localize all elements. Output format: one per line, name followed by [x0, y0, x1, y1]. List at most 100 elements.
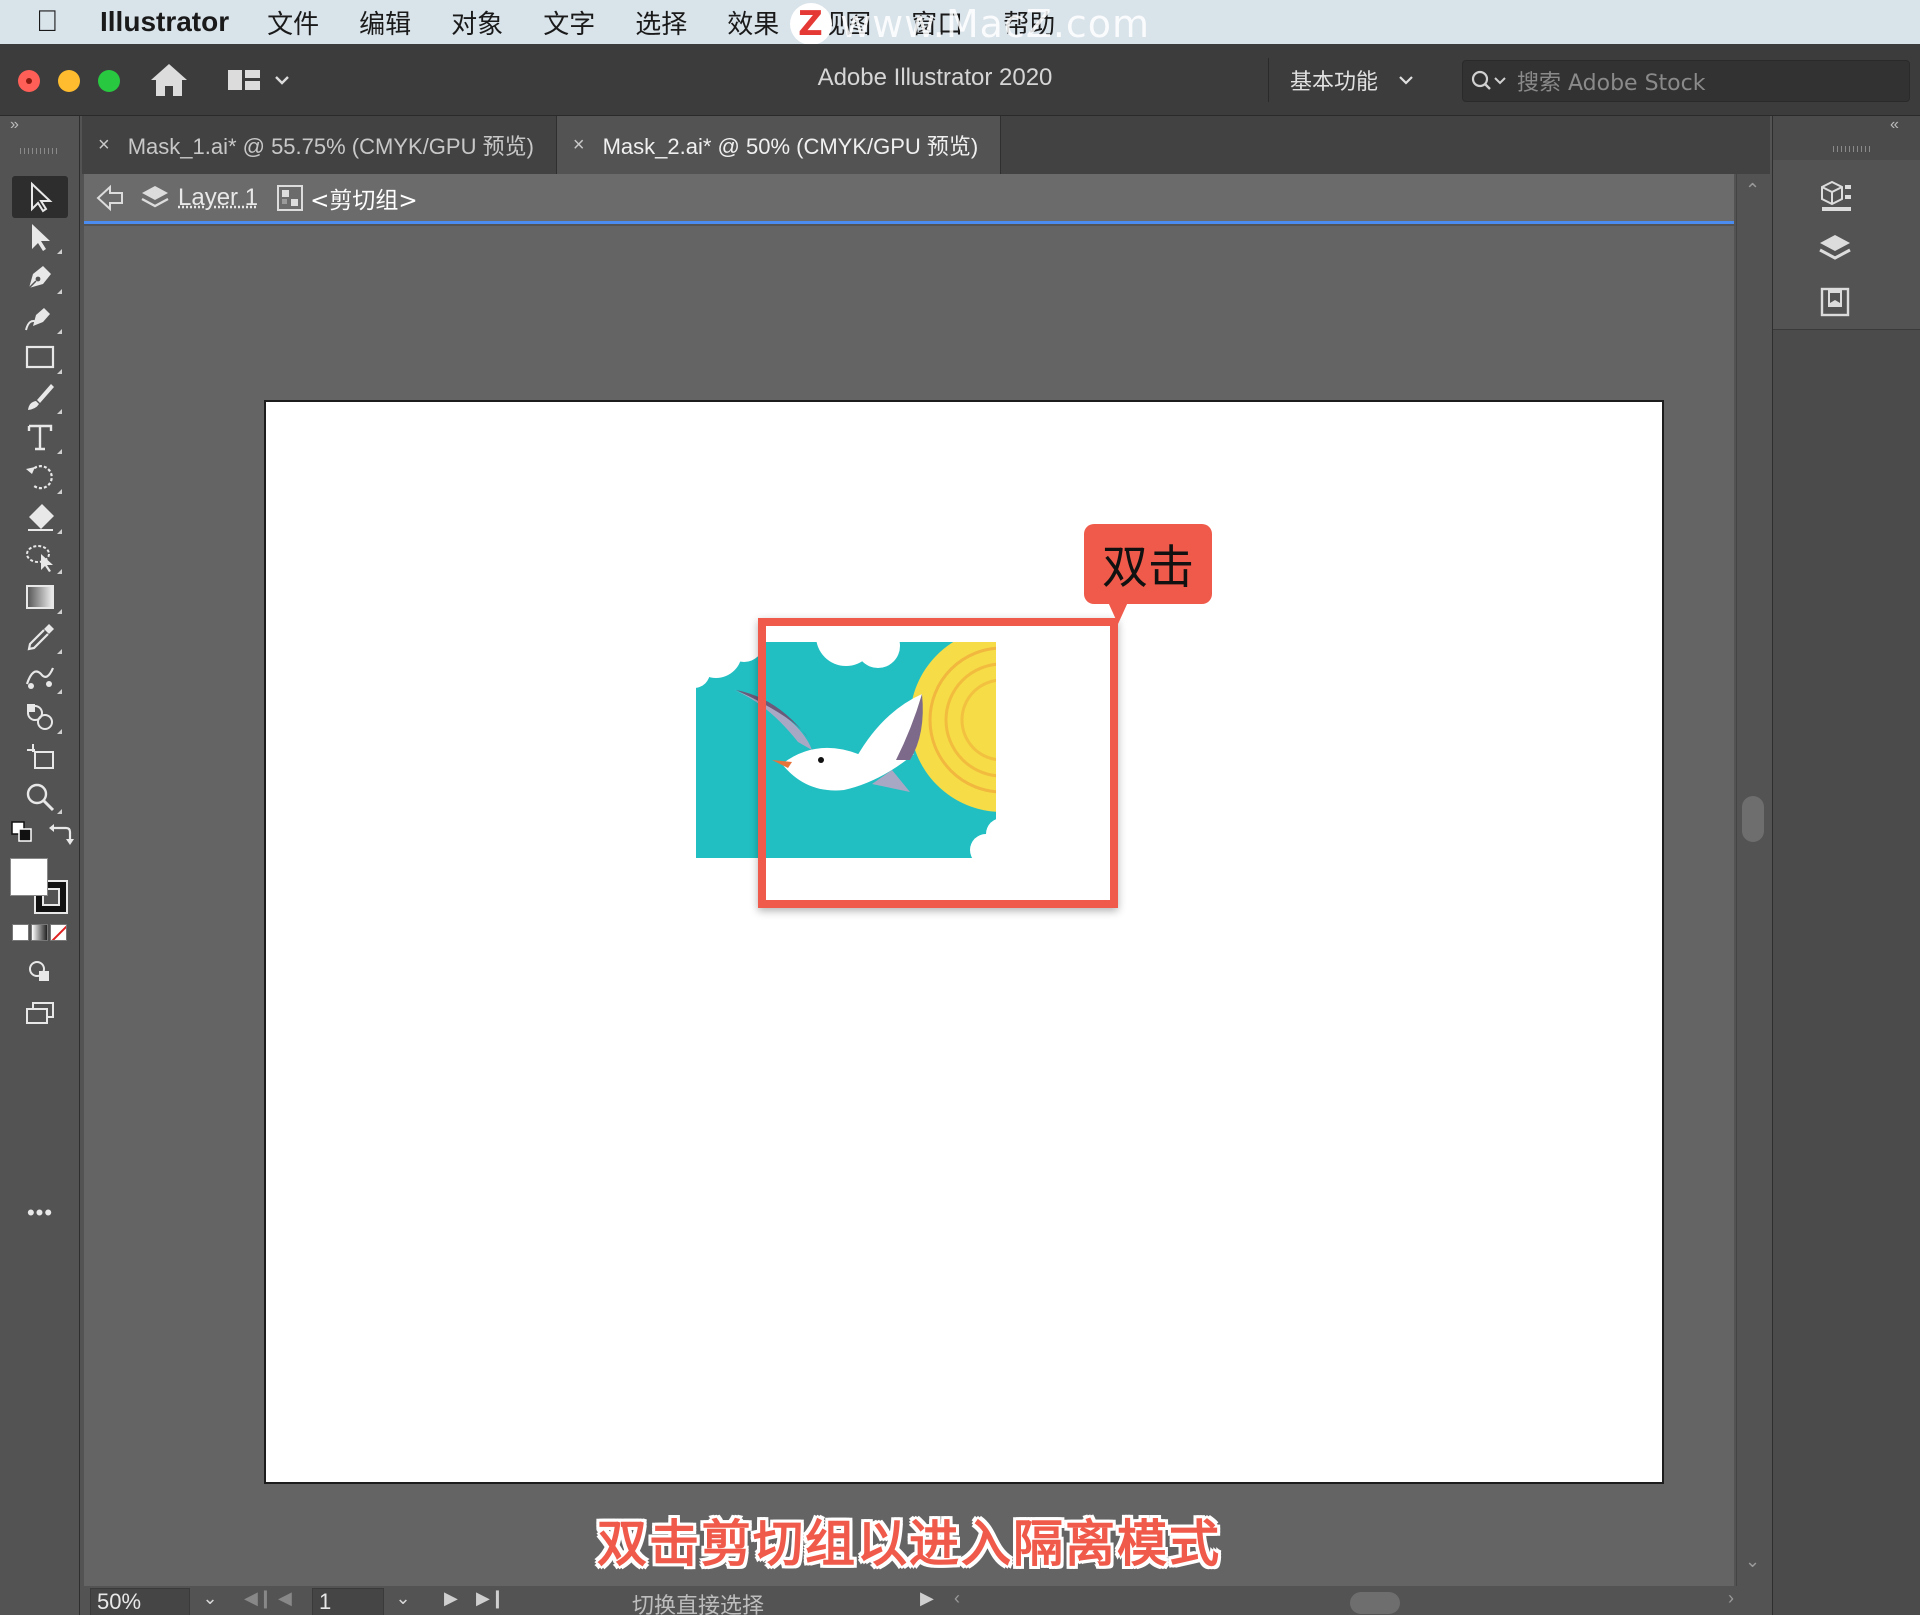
app-title-bar: Adobe Illustrator 2020 基本功能 搜索 Adobe Sto… [0, 44, 1920, 116]
screen-mode-icon [26, 1002, 54, 1024]
collapse-toolbar-icon[interactable]: » [10, 116, 19, 134]
puppet-warp-icon [26, 545, 53, 572]
document-tab-mask-2[interactable]: × Mask_2.ai* @ 50% (CMYK/GPU 预览) [556, 116, 1002, 174]
watermark-logo-icon: Z [790, 3, 832, 45]
rectangle-tool[interactable] [12, 336, 68, 378]
edit-toolbar-button[interactable]: ••• [0, 1200, 80, 1226]
screen-mode-tool[interactable] [12, 994, 68, 1034]
artboard-number-input[interactable]: 1 [312, 1588, 384, 1615]
status-bar: 50% ⌄ ◀❙ ◀ 1 ⌄ ▶ ▶❙ 切换直接选择 ▶ ‹ › [84, 1586, 1770, 1615]
document-tab-mask-1[interactable]: × Mask_1.ai* @ 55.75% (CMYK/GPU 预览) [82, 116, 557, 174]
dock-icon-group [1773, 160, 1920, 330]
panel-grip[interactable] [20, 148, 60, 154]
clip-group-icon [277, 184, 304, 211]
zoom-level-input[interactable]: 50% [90, 1588, 190, 1615]
document-canvas[interactable]: 双击 双击剪切组以进入隔离模式 [84, 226, 1734, 1586]
watermark-text: www.MacZ.com [840, 2, 1151, 46]
fill-stroke-swatch[interactable] [10, 858, 72, 916]
artboard[interactable] [264, 400, 1664, 1484]
status-text: 切换直接选择 [632, 1594, 765, 1615]
gradient-icon [26, 585, 54, 609]
search-icon [1471, 70, 1506, 90]
color-mode-icon[interactable] [12, 924, 29, 941]
menu-effect[interactable]: 效果 [727, 4, 779, 41]
panel-dock [1772, 116, 1920, 1615]
properties-panel-icon[interactable] [1813, 174, 1857, 218]
zoom-tool[interactable] [12, 776, 68, 818]
pen-tool[interactable] [12, 256, 68, 298]
scroll-right-icon[interactable]: › [1728, 1588, 1734, 1609]
menu-select[interactable]: 选择 [635, 4, 687, 41]
workspace-label: 基本功能 [1290, 70, 1379, 95]
direct-selection-tool[interactable] [12, 216, 68, 258]
curvature-tool[interactable] [12, 296, 68, 338]
zoom-dropdown-chevron-icon[interactable]: ⌄ [192, 1588, 228, 1615]
status-menu-arrow-icon[interactable]: ▶ [920, 1588, 934, 1609]
close-icon[interactable]: × [573, 134, 585, 157]
zoom-icon [26, 783, 55, 812]
layers-panel-icon[interactable] [1813, 228, 1857, 272]
artboard-tool[interactable] [12, 736, 68, 778]
blend-icon [25, 667, 55, 689]
fill-swatch[interactable] [10, 858, 48, 896]
selection-tool[interactable] [12, 176, 68, 218]
previous-artboard-icon[interactable]: ◀ [278, 1588, 292, 1609]
search-placeholder: 搜索 Adobe Stock [1517, 71, 1706, 96]
breadcrumb-group[interactable]: <剪切组> [310, 181, 418, 215]
scroll-up-icon[interactable]: ⌃ [1745, 180, 1760, 201]
close-icon[interactable]: × [98, 134, 110, 157]
scroll-down-icon[interactable]: ⌄ [1745, 1551, 1760, 1572]
last-artboard-icon[interactable]: ▶❙ [476, 1588, 505, 1609]
paintbrush-icon [28, 384, 54, 410]
next-artboard-icon[interactable]: ▶ [444, 1588, 458, 1609]
menu-type[interactable]: 文字 [543, 4, 595, 41]
rotate-icon [26, 465, 53, 490]
horizontal-scrollbar[interactable]: ‹ › [954, 1588, 1734, 1614]
collapse-panels-icon[interactable]: « [1890, 116, 1899, 134]
eraser-icon [28, 504, 54, 531]
swap-colors-icon[interactable] [48, 820, 74, 846]
isolation-mode-bar: Layer 1 <剪切组> [84, 174, 1734, 224]
libraries-panel-icon[interactable] [1813, 280, 1857, 324]
app-menu[interactable]: Illustrator [100, 6, 229, 38]
workspace-switcher[interactable]: 基本功能 [1290, 64, 1416, 96]
menu-file[interactable]: 文件 [267, 4, 319, 41]
artboard-dropdown-chevron-icon[interactable]: ⌄ [388, 1588, 418, 1615]
draw-mode-icon [29, 961, 49, 981]
back-arrow-icon[interactable] [94, 183, 126, 213]
shape-builder-tool[interactable] [12, 696, 68, 738]
direct-selection-arrow-icon [32, 224, 50, 251]
selection-arrow-icon [31, 181, 53, 213]
tab-label: Mask_1.ai* @ 55.75% (CMYK/GPU 预览) [127, 134, 534, 159]
paintbrush-tool[interactable] [12, 376, 68, 418]
layers-icon [141, 185, 169, 207]
type-tool[interactable] [12, 416, 68, 458]
scroll-thumb[interactable] [1350, 1592, 1400, 1614]
default-colors-icon[interactable] [10, 820, 36, 846]
chevron-down-icon [1399, 76, 1413, 85]
menu-object[interactable]: 对象 [451, 4, 503, 41]
draw-mode-tool[interactable] [12, 954, 68, 988]
gradient-mode-icon[interactable] [31, 924, 48, 941]
eraser-tool[interactable] [12, 496, 68, 538]
selection-highlight-box [758, 618, 1118, 908]
stock-search-input[interactable]: 搜索 Adobe Stock [1462, 60, 1910, 102]
gradient-tool[interactable] [12, 576, 68, 618]
puppet-warp-tool[interactable] [12, 656, 68, 698]
eyedropper-tool[interactable] [12, 616, 68, 658]
scroll-thumb[interactable] [1742, 796, 1764, 842]
vertical-scrollbar[interactable]: ⌃ ⌄ [1736, 174, 1768, 1586]
menu-edit[interactable]: 编辑 [359, 4, 411, 41]
apple-menu-icon[interactable]:  [36, 5, 80, 39]
breadcrumb-layer[interactable]: Layer 1 [178, 184, 258, 212]
rotate-tool[interactable] [12, 456, 68, 498]
curvature-pen-icon [25, 308, 50, 331]
color-mode-buttons [12, 924, 70, 944]
none-mode-icon[interactable] [50, 924, 67, 941]
tab-label: Mask_2.ai* @ 50% (CMYK/GPU 预览) [602, 134, 979, 159]
rectangle-icon [25, 345, 55, 369]
first-artboard-icon[interactable]: ◀❙ [244, 1588, 273, 1609]
lasso-tool[interactable] [12, 536, 68, 578]
scroll-left-icon[interactable]: ‹ [954, 1588, 960, 1609]
panel-grip[interactable] [1833, 146, 1873, 152]
